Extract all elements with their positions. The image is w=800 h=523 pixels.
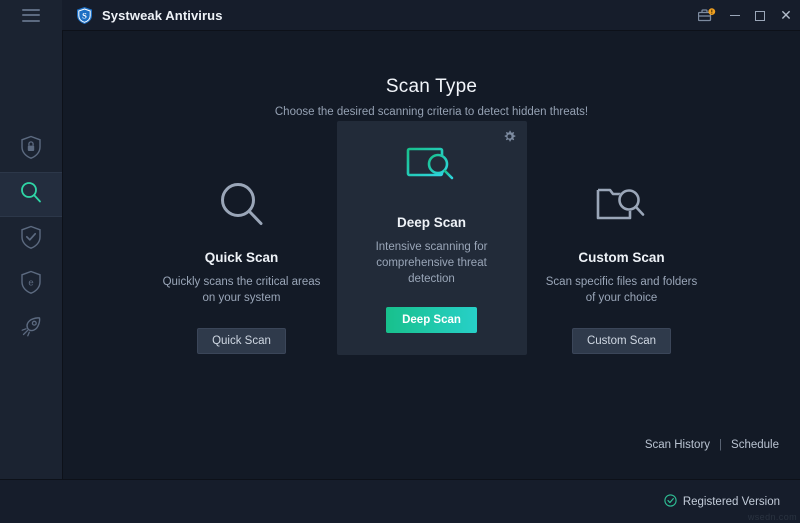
sidebar-item-scan[interactable] (0, 172, 62, 217)
card-title: Custom Scan (527, 250, 717, 265)
scan-history-link[interactable]: Scan History (645, 439, 710, 451)
app-title: Systweak Antivirus (102, 8, 223, 23)
card-description: Quickly scans the critical areas on your… (147, 274, 337, 306)
quick-scan-button[interactable]: Quick Scan (197, 328, 286, 354)
registration-status: Registered Version (664, 494, 780, 510)
page-subtitle: Choose the desired scanning criteria to … (63, 106, 800, 118)
magnifier-icon (147, 174, 337, 236)
card-title: Quick Scan (147, 250, 337, 265)
maximize-icon (755, 11, 765, 21)
scan-card-quick[interactable]: Quick Scan Quickly scans the critical ar… (147, 142, 337, 354)
sidebar-item-protection[interactable] (0, 127, 62, 172)
status-badge: Registered Version (683, 496, 780, 508)
schedule-link[interactable]: Schedule (731, 439, 779, 451)
scan-card-custom[interactable]: Custom Scan Scan specific files and fold… (527, 142, 717, 354)
shield-lock-icon (20, 135, 42, 165)
window-controls: ✕ (692, 0, 800, 31)
shield-e-icon: e (20, 270, 42, 300)
minimize-button[interactable] (722, 0, 747, 31)
app-logo-icon: S (75, 6, 94, 25)
minimize-icon (730, 15, 740, 16)
shield-check-icon (20, 225, 42, 255)
sidebar: e (0, 31, 62, 479)
scan-card-deep[interactable]: Deep Scan Intensive scanning for compreh… (337, 121, 527, 355)
close-button[interactable]: ✕ (772, 0, 800, 31)
card-title: Deep Scan (337, 215, 527, 230)
card-description: Intensive scanning for comprehensive thr… (337, 239, 527, 287)
card-description: Scan specific files and folders of your … (527, 274, 717, 306)
sidebar-item-optimize[interactable] (0, 307, 62, 352)
status-bar: Registered Version wsedn.com (0, 479, 800, 523)
hamburger-menu-icon (22, 9, 40, 22)
hamburger-menu-button[interactable] (0, 0, 62, 31)
application-window: S Systweak Antivirus (0, 0, 800, 523)
deep-scan-button[interactable]: Deep Scan (386, 307, 477, 333)
monitor-magnifier-icon (337, 139, 527, 201)
maximize-button[interactable] (747, 0, 772, 31)
rocket-icon (19, 315, 43, 344)
main-content: Scan Type Choose the desired scanning cr… (62, 31, 800, 479)
scan-type-cards: Quick Scan Quickly scans the critical ar… (63, 118, 800, 479)
footer-links: Scan History | Schedule (645, 439, 779, 451)
custom-scan-button[interactable]: Custom Scan (572, 328, 671, 354)
title-bar: S Systweak Antivirus (0, 0, 800, 31)
page-title: Scan Type (63, 76, 800, 98)
sidebar-item-exploit[interactable]: e (0, 262, 62, 307)
brand: S Systweak Antivirus (75, 6, 223, 25)
watermark: wsedn.com (748, 512, 797, 522)
link-separator: | (719, 439, 722, 451)
search-icon (19, 180, 43, 209)
sidebar-item-status[interactable] (0, 217, 62, 262)
svg-text:S: S (82, 10, 87, 20)
window-body: e Scan Type Choose the desired scanning (0, 31, 800, 479)
svg-text:e: e (28, 277, 33, 288)
close-icon: ✕ (780, 9, 792, 23)
toolbox-notification-icon[interactable] (692, 0, 722, 31)
folder-magnifier-icon (527, 174, 717, 236)
check-circle-icon (664, 494, 677, 510)
gear-icon[interactable] (503, 130, 516, 148)
page-header: Scan Type Choose the desired scanning cr… (63, 31, 800, 118)
